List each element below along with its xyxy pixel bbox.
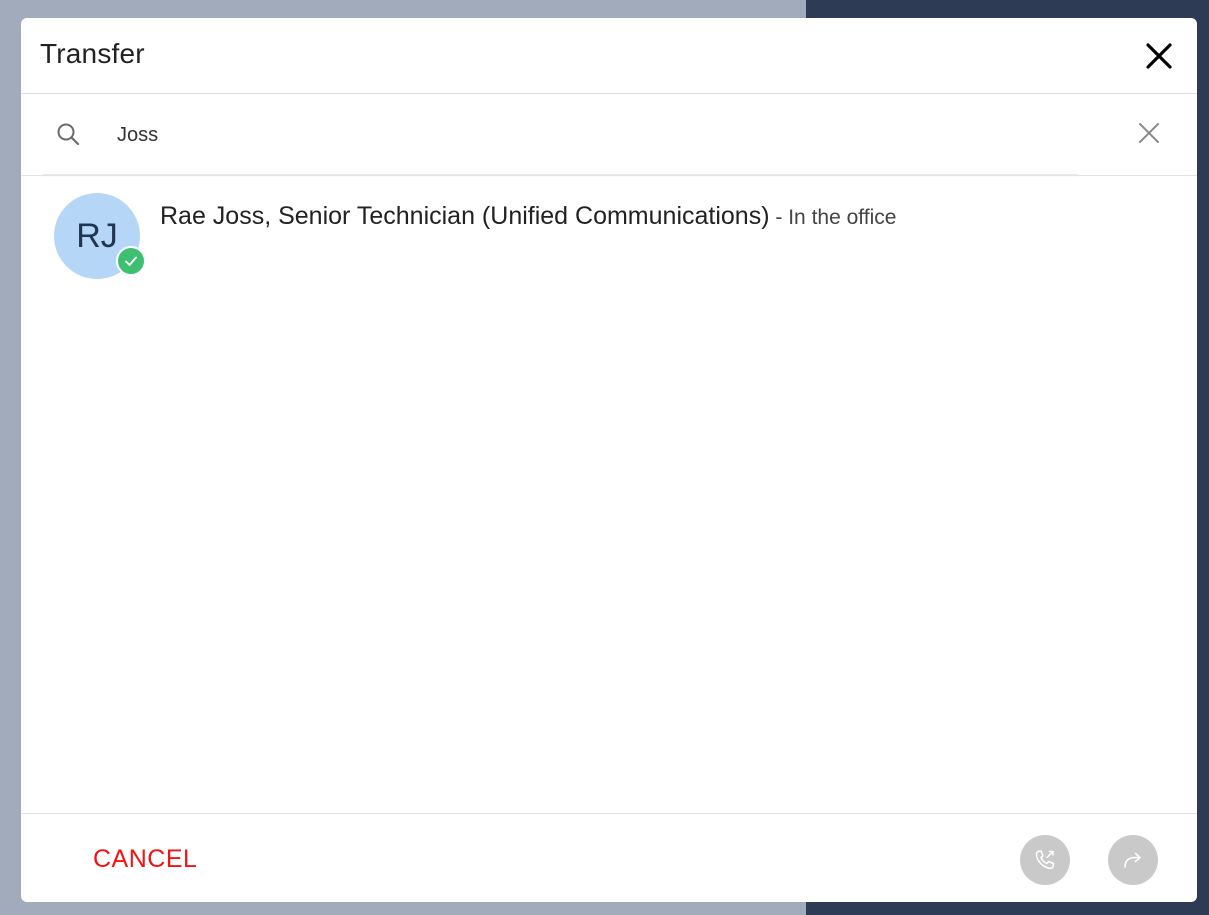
dialog-footer: CANCEL xyxy=(21,813,1197,902)
cancel-button[interactable]: CANCEL xyxy=(93,842,197,876)
contact-info: Rae Joss, Senior Technician (Unified Com… xyxy=(160,202,896,231)
clear-icon xyxy=(1139,123,1159,143)
search-shadow xyxy=(43,174,1078,177)
dialog-title: Transfer xyxy=(40,38,145,69)
transfer-call-button[interactable] xyxy=(1020,835,1070,885)
avatar-initials: RJ xyxy=(76,216,118,255)
search-bar xyxy=(21,95,1197,175)
search-input[interactable] xyxy=(117,117,1117,153)
search-icon xyxy=(57,123,80,146)
forward-button[interactable] xyxy=(1108,835,1158,885)
contact-result-row[interactable]: RJ Rae Joss, Senior Technician (Unified … xyxy=(21,178,1197,298)
phone-transfer-icon xyxy=(1035,850,1055,870)
contact-status: In the office xyxy=(788,206,897,229)
dialog-header: Transfer xyxy=(21,18,1197,94)
transfer-dialog: Transfer RJ xyxy=(21,18,1197,902)
forward-arrow-icon xyxy=(1124,852,1141,868)
contact-separator: - xyxy=(769,206,789,229)
contact-name: Rae Joss, Senior Technician (Unified Com… xyxy=(160,202,770,230)
clear-search-button[interactable] xyxy=(1135,119,1163,147)
close-button[interactable] xyxy=(1139,36,1179,76)
status-badge xyxy=(116,246,146,276)
check-icon xyxy=(125,256,137,266)
close-icon xyxy=(1146,43,1172,69)
